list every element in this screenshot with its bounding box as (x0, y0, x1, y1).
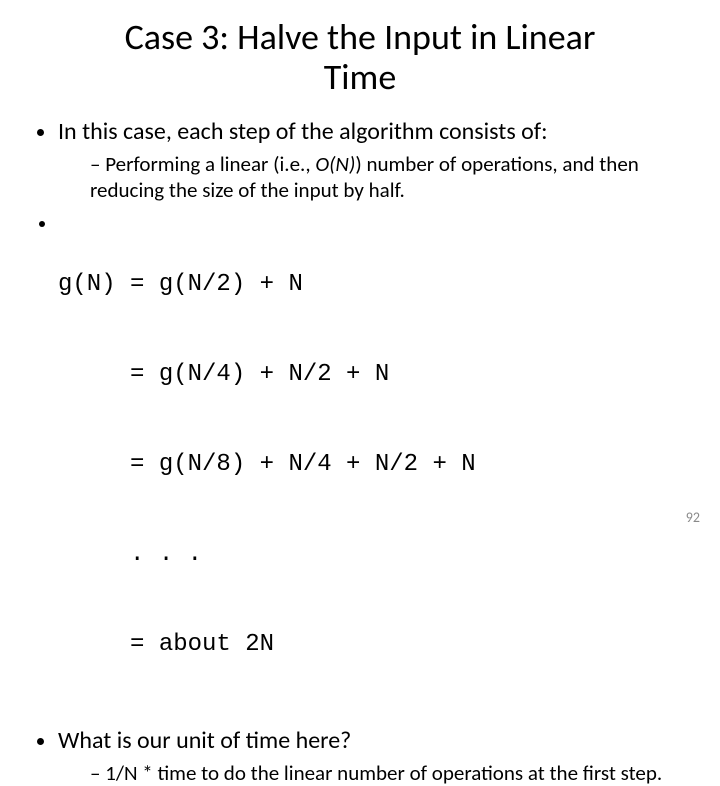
bullet-list: In this case, each step of the algorithm… (30, 117, 690, 786)
bullet-3: What is our unit of time here? 1/N * tim… (58, 726, 690, 786)
bullet-1a-pre: Performing a linear (i.e., (105, 151, 315, 177)
code-line-2: = g(N/4) + N/2 + N (58, 360, 690, 390)
slide-title: Case 3: Halve the Input in Linear Time (90, 18, 630, 97)
code-line-1: g(N) = g(N/2) + N (58, 270, 690, 300)
bullet-3a: 1/N * time to do the linear number of op… (90, 760, 690, 786)
slide: Case 3: Halve the Input in Linear Time I… (0, 0, 720, 540)
code-line-3: = g(N/8) + N/4 + N/2 + N (58, 450, 690, 480)
code-block: g(N) = g(N/2) + N = g(N/4) + N/2 + N = g… (58, 210, 690, 720)
code-line-4: . . . (58, 540, 690, 570)
bullet-3-text: What is our unit of time here? (58, 726, 351, 755)
code-line-5: = about 2N (58, 630, 690, 660)
on-notation: O(N) (315, 151, 355, 177)
bullet-1a: Performing a linear (i.e., O(N)) number … (90, 151, 690, 204)
page-number: 92 (686, 509, 700, 526)
bullet-1: In this case, each step of the algorithm… (58, 117, 690, 204)
bullet-1-text: In this case, each step of the algorithm… (58, 117, 548, 146)
bullet-3a-text: 1/N * time to do the linear number of op… (105, 760, 662, 786)
